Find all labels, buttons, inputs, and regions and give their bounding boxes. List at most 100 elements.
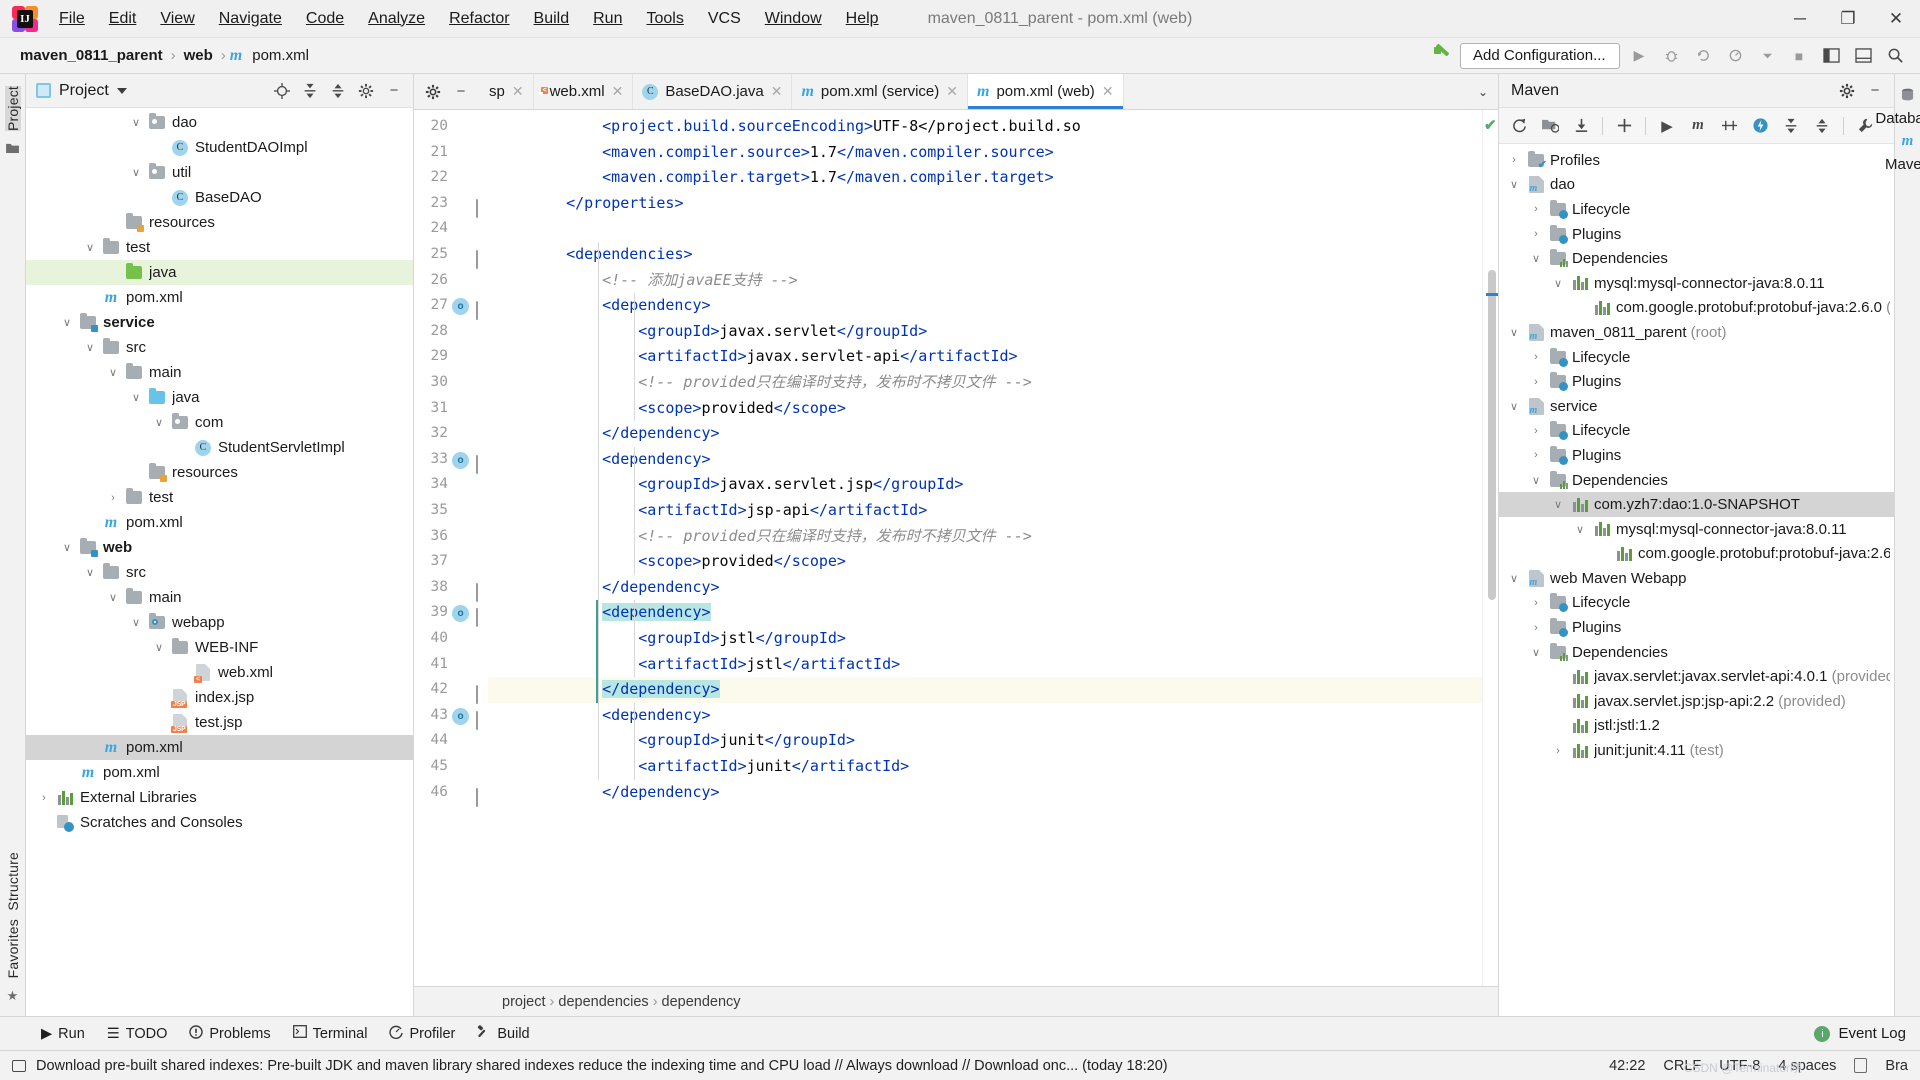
maximize-button[interactable]: ❐ <box>1824 0 1872 38</box>
code-fold-icon[interactable] <box>476 454 478 474</box>
maven-tree-item-mysql-mysql-connector-java-8-0-11[interactable]: ∨ mysql:mysql-connector-java:8.0.11 <box>1499 271 1894 296</box>
chevron-down-icon[interactable]: ∨ <box>1503 400 1525 413</box>
hide-panel-icon[interactable]: − <box>381 78 407 104</box>
maven-tree-item-dao[interactable]: ∨ m dao <box>1499 173 1894 198</box>
run-gutter-icon[interactable]: o <box>452 605 469 623</box>
code-line[interactable]: <scope>provided</scope> <box>638 549 846 575</box>
chevron-right-icon[interactable]: › <box>1525 425 1547 437</box>
code-line[interactable]: <maven.compiler.target>1.7</maven.compil… <box>602 165 1054 191</box>
bottom-tab-terminal[interactable]: Terminal <box>284 1022 377 1045</box>
editor-tab-basedao-java[interactable]: C BaseDAO.java ✕ <box>633 74 793 109</box>
breadcrumb-project[interactable]: maven_0811_parent <box>16 45 167 66</box>
menu-analyze[interactable]: Analyze <box>357 6 436 32</box>
chevron-down-icon[interactable]: ∨ <box>126 166 146 179</box>
editor-tab-pom-xml-service-[interactable]: m pom.xml (service) ✕ <box>792 74 968 109</box>
maven-goal-icon[interactable]: m <box>1684 112 1712 140</box>
run-gutter-icon[interactable]: o <box>452 451 469 469</box>
chevron-down-icon[interactable]: ∨ <box>1547 498 1569 511</box>
rail-tab-project[interactable]: Project <box>4 86 21 131</box>
code-fold-icon[interactable] <box>476 198 478 218</box>
skip-tests-icon[interactable] <box>1715 112 1743 140</box>
rail-tab-database[interactable]: Database <box>1875 110 1920 127</box>
maven-tree-item-service[interactable]: ∨ m service <box>1499 394 1894 419</box>
download-sources-icon[interactable] <box>1567 112 1595 140</box>
chevron-down-icon[interactable]: ∨ <box>103 366 123 379</box>
code-line[interactable]: </properties> <box>566 191 683 217</box>
code-line[interactable]: </dependency> <box>602 421 719 447</box>
generate-sources-icon[interactable] <box>1536 112 1564 140</box>
close-button[interactable]: ✕ <box>1872 0 1920 38</box>
menu-help[interactable]: Help <box>835 6 890 32</box>
lock-icon[interactable] <box>1854 1058 1868 1073</box>
code-line[interactable]: <artifactId>junit</artifactId> <box>638 754 909 780</box>
chevron-right-icon[interactable]: › <box>103 492 123 504</box>
hide-panel-icon[interactable]: − <box>448 79 474 105</box>
chevron-right-icon[interactable]: › <box>1525 449 1547 461</box>
code-fold-icon[interactable] <box>476 608 478 628</box>
project-tree-item-webapp[interactable]: ∨ webapp <box>26 610 413 635</box>
project-file-tree[interactable]: ∨ dao C StudentDAOImpl ∨ util C BaseDAO resource… <box>26 108 413 1016</box>
menu-tools[interactable]: Tools <box>635 6 694 32</box>
project-tree-item-resources[interactable]: resources <box>26 210 413 235</box>
menu-build[interactable]: Build <box>523 6 581 32</box>
editor-tab-sp[interactable]: sp ✕ <box>480 74 534 109</box>
gear-icon[interactable] <box>353 78 379 104</box>
expand-all-icon[interactable] <box>1777 112 1805 140</box>
project-tree-item-scratches-and-consoles[interactable]: Scratches and Consoles <box>26 810 413 835</box>
code-line[interactable]: <!-- provided只在编译时支持，发布时不拷贝文件 --> <box>638 524 1032 550</box>
caret-position[interactable]: 42:22 <box>1609 1058 1645 1074</box>
code-fold-icon[interactable] <box>476 301 478 321</box>
project-tree-item-web-inf[interactable]: ∨ WEB-INF <box>26 635 413 660</box>
code-line[interactable]: <dependency> <box>602 600 711 626</box>
project-tree-item-test-jsp[interactable]: JSP test.jsp <box>26 710 413 735</box>
hide-panel-icon[interactable]: − <box>1862 78 1888 104</box>
chevron-down-icon[interactable]: ∨ <box>126 116 146 129</box>
editor-breadcrumb-dependencies[interactable]: dependencies <box>558 994 648 1010</box>
debug-icon[interactable] <box>1658 43 1684 69</box>
rail-tab-favorites[interactable]: Favorites <box>5 919 21 978</box>
execute-maven-goal-icon[interactable] <box>1746 112 1774 140</box>
code-fold-icon[interactable] <box>476 685 478 705</box>
chevron-down-icon[interactable]: ∨ <box>149 416 169 429</box>
code-line[interactable]: <project.build.sourceEncoding>UTF-8</pro… <box>602 114 1081 140</box>
bottom-tab-todo[interactable]: ☰ TODO <box>98 1023 177 1045</box>
chevron-down-icon[interactable]: ∨ <box>1503 572 1525 585</box>
minimize-button[interactable]: ─ <box>1776 0 1824 38</box>
maven-tree-item-plugins[interactable]: › Plugins <box>1499 615 1894 640</box>
search-everywhere-panel-icon[interactable] <box>1818 43 1844 69</box>
chevron-right-icon[interactable]: › <box>1525 376 1547 388</box>
build-hammer-icon[interactable] <box>1432 45 1454 67</box>
breadcrumb-file[interactable]: pom.xml <box>248 45 313 66</box>
maven-tree-item-junit-junit-4-11[interactable]: › junit:junit:4.11 (test) <box>1499 738 1894 763</box>
project-tree-item-pom-xml[interactable]: m pom.xml <box>26 735 413 760</box>
project-tree-item-main[interactable]: ∨ main <box>26 360 413 385</box>
chevron-right-icon[interactable]: › <box>1525 203 1547 215</box>
maven-tree-item-plugins[interactable]: › Plugins <box>1499 369 1894 394</box>
code-line[interactable]: <artifactId>jsp-api</artifactId> <box>638 498 927 524</box>
close-icon[interactable]: ✕ <box>946 83 958 100</box>
close-icon[interactable]: ✕ <box>1102 83 1114 100</box>
code-line[interactable]: <artifactId>jstl</artifactId> <box>638 652 900 678</box>
maven-tree-item-web-maven-webapp[interactable]: ∨ m web Maven Webapp <box>1499 566 1894 591</box>
maven-tree-item-lifecycle[interactable]: › Lifecycle <box>1499 419 1894 444</box>
chevron-right-icon[interactable]: › <box>1547 745 1569 757</box>
code-content[interactable]: <project.build.sourceEncoding>UTF-8</pro… <box>488 110 1482 986</box>
breadcrumb-module[interactable]: web <box>180 45 217 66</box>
chevron-down-icon[interactable]: ∨ <box>1503 326 1525 339</box>
menu-run[interactable]: Run <box>582 6 633 32</box>
close-icon[interactable]: ✕ <box>771 83 783 100</box>
reload-icon[interactable] <box>1505 112 1533 140</box>
maven-tree-item-com-google-protobuf-protobuf-java-2-6-0[interactable]: com.google.protobuf:protobuf-java:2.6.0 … <box>1499 296 1894 321</box>
code-line[interactable]: </dependency> <box>602 677 720 703</box>
project-tree-item-studentdaoimpl[interactable]: C StudentDAOImpl <box>26 135 413 160</box>
chevron-down-icon[interactable] <box>1754 43 1780 69</box>
code-line[interactable]: <artifactId>javax.servlet-api</artifactI… <box>638 344 1017 370</box>
maven-tree-item-maven-0811-parent[interactable]: ∨ m maven_0811_parent (root) <box>1499 320 1894 345</box>
editor-breadcrumb-project[interactable]: project <box>502 994 546 1010</box>
gear-icon[interactable] <box>1834 78 1860 104</box>
project-tree-item-com[interactable]: ∨ com <box>26 410 413 435</box>
project-tree-item-pom-xml[interactable]: m pom.xml <box>26 510 413 535</box>
menu-window[interactable]: Window <box>754 6 833 32</box>
chevron-down-icon[interactable]: ∨ <box>1569 523 1591 536</box>
editor-tabs[interactable]: sp ✕ < web.xml ✕ C BaseDAO.java ✕ m pom.xml (serv… <box>480 74 1468 109</box>
